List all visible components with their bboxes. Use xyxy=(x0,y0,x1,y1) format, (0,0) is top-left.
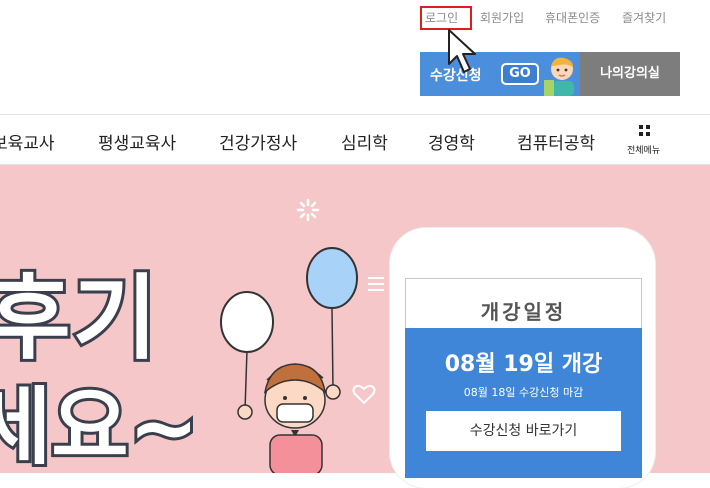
blue-balloon-icon xyxy=(306,247,358,309)
nav-item-lifelong-educator[interactable]: 평생교육사 xyxy=(98,129,176,154)
bookmark-link[interactable]: 즐겨찾기 xyxy=(622,9,666,26)
nav-item-business[interactable]: 경영학 xyxy=(428,129,475,154)
white-balloon-icon xyxy=(220,291,274,353)
go-to-registration-button[interactable]: 수강신청 바로가기 xyxy=(426,411,621,451)
phone-verify-link[interactable]: 휴대폰인증 xyxy=(545,9,600,26)
cursor-arrow-icon xyxy=(448,29,476,73)
girl-with-balloons-illustration xyxy=(220,247,358,473)
hero-headline-line2: 세요~ xyxy=(0,375,202,479)
grid-menu-icon[interactable] xyxy=(639,125,651,137)
registration-deadline: 08월 18일 수강신청 마감 xyxy=(463,386,584,399)
schedule-title: 개강일정 xyxy=(480,300,567,324)
go-button[interactable]: GO xyxy=(501,63,539,85)
all-menu-label[interactable]: 전체메뉴 xyxy=(627,143,660,156)
nav-item-healthy-family[interactable]: 건강가정사 xyxy=(219,129,297,154)
lines-decoration-icon xyxy=(368,277,384,291)
opening-date: 08월 19일 개강 xyxy=(444,352,603,377)
sparkle-icon xyxy=(296,198,320,222)
my-classroom-button[interactable]: 나의강의실 xyxy=(580,52,680,96)
login-highlight-box xyxy=(420,6,472,30)
nav-top-border xyxy=(0,114,710,115)
student-character-icon xyxy=(544,57,574,96)
signup-link[interactable]: 회원가입 xyxy=(480,9,524,26)
nav-item-psychology[interactable]: 심리학 xyxy=(341,129,388,154)
nav-item-computer-science[interactable]: 컴퓨터공학 xyxy=(517,129,595,154)
hero-headline-line1: 후기 xyxy=(0,262,160,375)
nav-item-childcare-teacher[interactable]: 보육교사 xyxy=(0,129,55,154)
